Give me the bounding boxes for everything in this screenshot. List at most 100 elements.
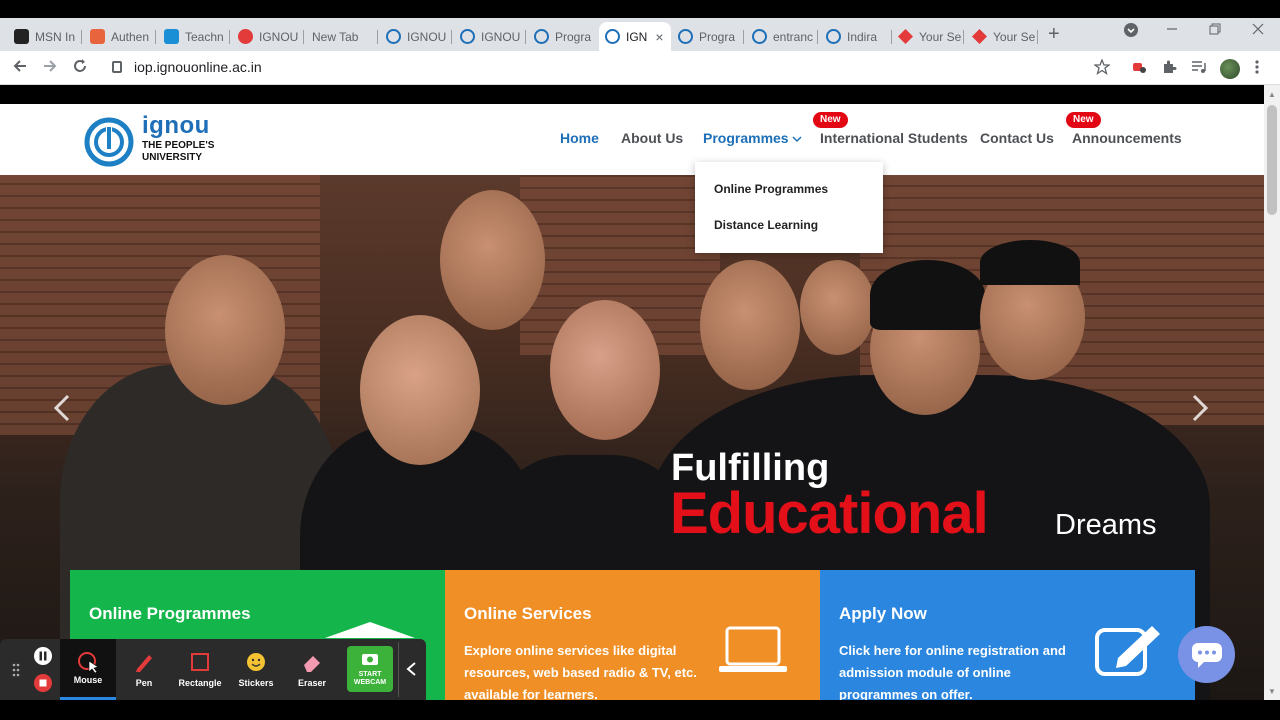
more-menu-icon[interactable] [1254, 59, 1260, 80]
slider-prev-icon[interactable] [52, 393, 72, 432]
address-bar[interactable]: iop.ignouonline.ac.in [112, 59, 262, 75]
slider-next-icon[interactable] [1190, 393, 1210, 432]
browser-tab-strip: MSN In Authen Teachn IGNOU New Tab IGNOU… [0, 18, 1280, 51]
forward-arrow-icon[interactable] [42, 58, 58, 79]
collapse-chevron-icon[interactable] [405, 661, 417, 682]
chat-button[interactable] [1178, 626, 1235, 683]
lock-icon [112, 61, 122, 73]
tab-favicon-icon [14, 29, 29, 44]
tab-label: Your Se [993, 29, 1036, 44]
top-bar [0, 0, 1280, 18]
scroll-down-icon[interactable]: ▼ [1268, 687, 1276, 696]
tool-label: Rectangle [178, 678, 222, 688]
puzzle-icon[interactable] [1161, 59, 1177, 80]
browser-tab[interactable]: New Tab [306, 22, 378, 51]
tab-favicon-icon [678, 29, 693, 44]
webcam-label-1: START [358, 671, 382, 678]
browser-tab[interactable]: IGNOU [454, 22, 526, 51]
stop-icon[interactable] [34, 674, 52, 697]
bookmark-star-icon[interactable] [1093, 58, 1111, 80]
browser-tab[interactable]: Your Se [966, 22, 1038, 51]
nav-home[interactable]: Home [560, 130, 599, 146]
minimize-icon[interactable] [1166, 22, 1178, 38]
logo-text[interactable]: ignou THE PEOPLE'S UNIVERSITY [142, 112, 214, 164]
browser-tab[interactable]: Indira [820, 22, 892, 51]
tab-label: Progra [555, 29, 592, 44]
new-badge: New [1066, 112, 1101, 128]
browser-tab-active[interactable]: IGN × [599, 22, 671, 51]
card-title: Apply Now [839, 604, 927, 623]
browser-toolbar: iop.ignouonline.ac.in [0, 51, 1280, 85]
tab-label: Authen [111, 29, 150, 44]
dropdown-item-online-programmes[interactable]: Online Programmes [714, 182, 828, 196]
url-text: iop.ignouonline.ac.in [134, 59, 262, 75]
tab-search-icon[interactable] [1123, 22, 1139, 41]
nav-contact-us[interactable]: Contact Us [980, 130, 1054, 146]
card-description: Explore online services like digital res… [464, 643, 697, 702]
tab-favicon-icon [534, 29, 549, 44]
back-arrow-icon[interactable] [12, 58, 28, 79]
page-top-band [0, 85, 1280, 104]
ignou-logo-icon[interactable] [84, 117, 134, 167]
browser-tab[interactable]: entranc [746, 22, 818, 51]
tab-favicon-icon [164, 29, 179, 44]
tab-label: entranc [773, 29, 814, 44]
card-online-services[interactable]: Online Services Explore online services … [445, 570, 820, 702]
card-description: Click here for online registration and a… [839, 643, 1066, 702]
reload-icon[interactable] [72, 58, 88, 79]
pause-icon[interactable] [34, 647, 52, 670]
browser-tab[interactable]: Authen [84, 22, 156, 51]
tool-stickers[interactable]: Stickers [228, 639, 284, 700]
browser-tab[interactable]: IGNOU [232, 22, 304, 51]
card-title: Online Services [464, 604, 592, 623]
tool-rectangle[interactable]: Rectangle [172, 639, 228, 700]
extension-icon[interactable] [1131, 59, 1147, 80]
restore-icon[interactable] [1209, 22, 1221, 38]
tab-favicon-icon [605, 29, 620, 44]
browser-tab[interactable]: Progra [528, 22, 600, 51]
toolbar-divider [398, 642, 399, 697]
close-window-icon[interactable] [1252, 22, 1264, 38]
card-apply-now[interactable]: Apply Now Click here for online registra… [820, 570, 1195, 702]
tab-label: Progra [699, 29, 736, 44]
dropdown-item-distance-learning[interactable]: Distance Learning [714, 218, 818, 232]
logo-name: ignou [142, 112, 210, 139]
start-webcam-button[interactable]: START WEBCAM [347, 646, 393, 692]
drag-handle-icon[interactable] [12, 663, 20, 682]
tool-pen[interactable]: Pen [116, 639, 172, 700]
tab-label: IGNOU [407, 29, 447, 44]
nav-programmes[interactable]: Programmes [703, 130, 803, 146]
profile-avatar[interactable] [1220, 59, 1240, 79]
edit-icon [1094, 622, 1162, 683]
tool-label: Eraser [297, 678, 327, 688]
nav-international-students[interactable]: International Students [820, 130, 968, 146]
scroll-thumb[interactable] [1267, 105, 1277, 215]
new-badge: New [813, 112, 848, 128]
site-header: ignou THE PEOPLE'S UNIVERSITY Home About… [0, 104, 1264, 175]
tab-favicon-icon [386, 29, 401, 44]
tab-close-icon[interactable]: × [655, 29, 663, 45]
browser-tab[interactable]: MSN In [8, 22, 82, 51]
tab-label: IGNOU [481, 29, 521, 44]
tab-label: New Tab [312, 29, 359, 44]
browser-tab[interactable]: Your Se [892, 22, 964, 51]
page-scrollbar[interactable]: ▲ ▼ [1264, 85, 1280, 700]
tool-mouse[interactable]: Mouse [60, 639, 116, 700]
browser-tab[interactable]: Teachn [158, 22, 230, 51]
tab-favicon-icon [972, 29, 987, 44]
smiley-sticker-icon [245, 651, 267, 675]
new-tab-button[interactable]: + [1048, 23, 1060, 46]
media-queue-icon[interactable] [1191, 59, 1207, 80]
tool-label: Pen [135, 678, 153, 688]
tab-label: IGN [626, 29, 648, 44]
hero-heading-line3: Dreams [1055, 509, 1157, 541]
nav-announcements[interactable]: Announcements [1072, 130, 1182, 146]
scroll-up-icon[interactable]: ▲ [1268, 90, 1276, 99]
programmes-dropdown: Online Programmes Distance Learning [695, 162, 883, 253]
tool-label: Mouse [73, 675, 103, 685]
nav-about-us[interactable]: About Us [621, 130, 683, 146]
browser-tab[interactable]: Progra [672, 22, 744, 51]
browser-tab[interactable]: IGNOU [380, 22, 452, 51]
rectangle-icon [189, 651, 211, 675]
tool-eraser[interactable]: Eraser [284, 639, 340, 700]
